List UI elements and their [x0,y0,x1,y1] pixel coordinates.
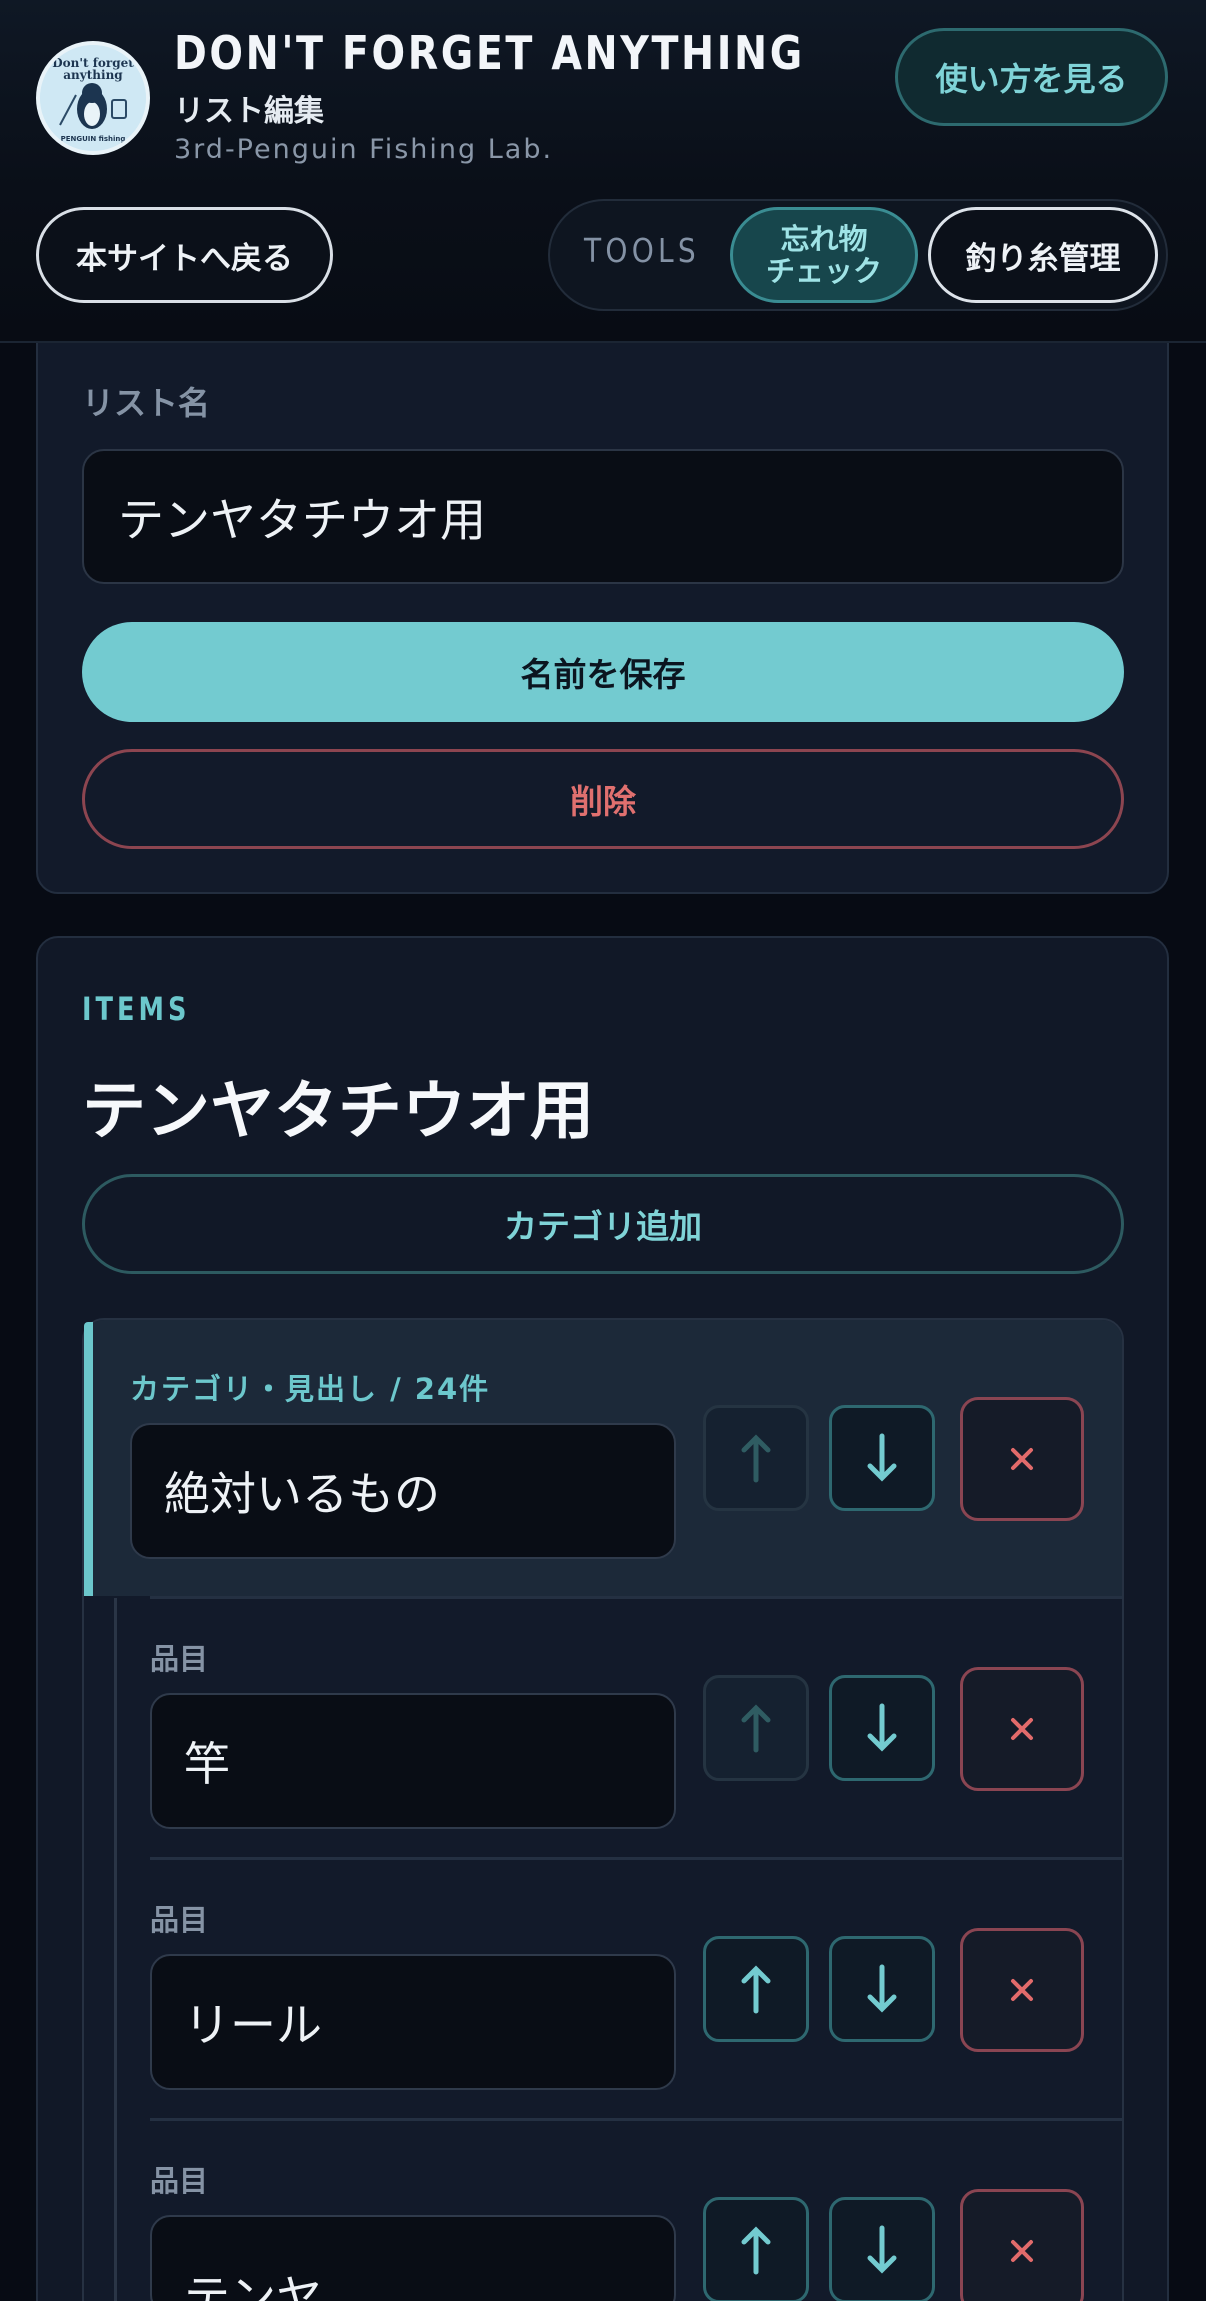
arrow-up-icon [741,2226,771,2275]
category-label: カテゴリ・見出し / 24件 [130,1372,491,1406]
item-move-down-button[interactable] [829,1675,935,1781]
item-name-input[interactable]: テンヤ [150,2215,676,2301]
close-icon [1011,1979,1033,2001]
arrow-up-icon [741,1704,771,1753]
app-title: DON'T FORGET ANYTHING [174,26,805,80]
item-move-up-button[interactable] [703,1936,809,2042]
row-divider [150,1857,1122,1860]
item-move-up-button[interactable] [703,2197,809,2301]
item-delete-button[interactable] [960,1928,1084,2052]
category-name-input[interactable]: 絶対いるもの [130,1423,676,1559]
arrow-down-icon [867,1433,897,1482]
arrow-down-icon [867,1964,897,2013]
lab-name: 3rd-Penguin Fishing Lab. [174,134,554,165]
item-move-up-button[interactable] [703,1675,809,1781]
arrow-down-icon [867,2225,897,2274]
item-label: 品目 [150,1642,209,1676]
tool-fishing-line-tab[interactable]: 釣り糸管理 [928,207,1158,303]
close-icon [1011,1718,1033,1740]
item-delete-button[interactable] [960,2189,1084,2301]
list-name-label: リスト名 [82,384,211,422]
item-delete-button[interactable] [960,1667,1084,1791]
svg-text:PENGUIN fishing: PENGUIN fishing [61,135,126,143]
item-move-down-button[interactable] [829,2197,935,2301]
arrow-down-icon [867,1703,897,1752]
back-to-site-button[interactable]: 本サイトへ戻る [36,207,333,303]
category-accent-bar [84,1322,93,1596]
arrow-up-icon [741,1965,771,2014]
add-category-button[interactable]: カテゴリ追加 [82,1174,1124,1274]
tool-forget-line1: 忘れ物 [780,222,868,256]
close-icon [1011,1448,1033,1470]
row-divider [150,1596,1122,1599]
tool-forget-check-tab[interactable]: 忘れ物 チェック [730,207,918,303]
delete-list-button[interactable]: 削除 [82,749,1124,849]
category-move-down-button[interactable] [829,1405,935,1511]
item-label: 品目 [150,1903,209,1937]
tree-connector [114,1598,117,2301]
close-icon [1011,2240,1033,2262]
page-subtitle: リスト編集 [174,94,324,129]
arrow-up-icon [741,1434,771,1483]
howto-button[interactable]: 使い方を見る [895,28,1168,126]
category-delete-button[interactable] [960,1397,1084,1521]
item-label: 品目 [150,2164,209,2198]
tools-label: TOOLS [584,231,700,270]
row-divider [150,2118,1122,2121]
penguin-logo[interactable]: Don't forget anything PENGUIN fishing [36,41,150,155]
app-header: Don't forget anything PENGUIN fishing DO… [0,0,1206,343]
item-name-input[interactable]: 竿 [150,1693,676,1829]
list-title: テンヤタチウオ用 [82,1075,594,1149]
item-move-down-button[interactable] [829,1936,935,2042]
save-name-button[interactable]: 名前を保存 [82,622,1124,722]
items-section-label: ITEMS [82,990,191,1028]
tool-forget-line2: チェック [765,254,882,288]
list-name-input[interactable]: テンヤタチウオ用 [82,449,1124,584]
category-move-up-button[interactable] [703,1405,809,1511]
svg-text:anything: anything [63,68,123,82]
item-name-input[interactable]: リール [150,1954,676,2090]
